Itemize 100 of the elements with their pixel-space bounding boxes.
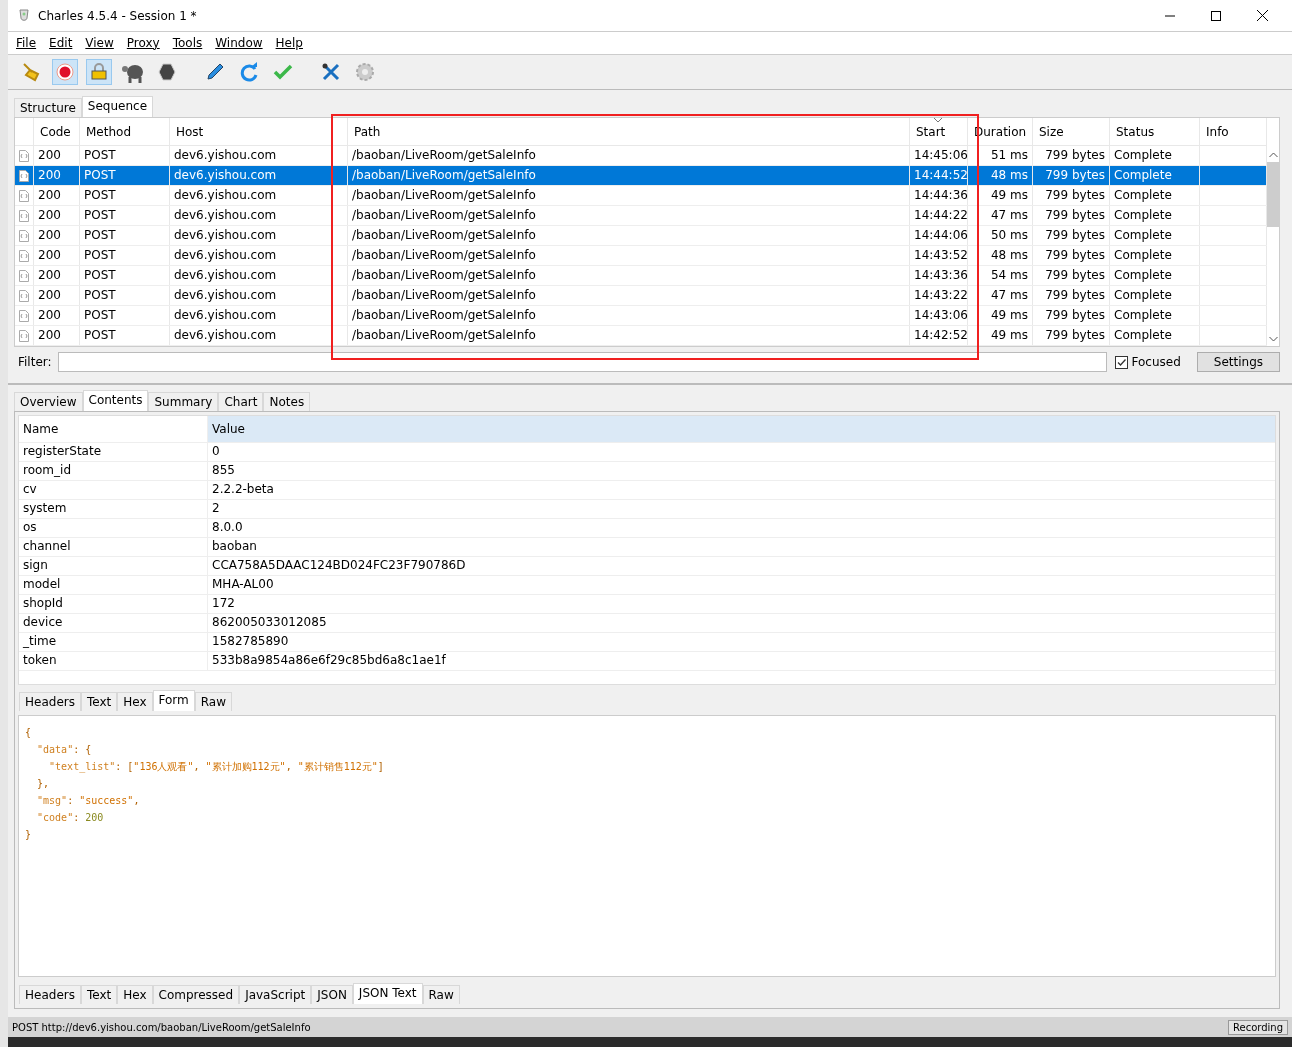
scroll-up-icon[interactable] [1269, 152, 1278, 158]
view-tab[interactable]: Structure [14, 98, 82, 117]
request-view-tab[interactable]: Headers [19, 692, 81, 711]
column-header[interactable]: Host [170, 118, 348, 145]
request-view-tab[interactable]: Hex [117, 692, 153, 711]
column-header[interactable]: Method [80, 118, 170, 145]
table-cell-text: 1582785890 [211, 633, 290, 650]
table-cell-text: CCA758A5DAAC124BD024FC23F790786D [211, 557, 467, 574]
document-icon [19, 329, 29, 342]
window-title: Charles 4.5.4 - Session 1 * [38, 8, 197, 23]
detail-tab[interactable]: Chart [218, 392, 264, 411]
request-row[interactable]: 200 POST dev6.yishou.com /baoban/LiveRoom/getSaleInfo 14:43:06 49 ms 799 bytes Complete [15, 306, 1267, 326]
request-view-tab[interactable]: Text [80, 692, 118, 711]
maximize-icon[interactable] [1211, 10, 1221, 21]
request-row[interactable]: 200 POST dev6.yishou.com /baoban/LiveRoom/getSaleInfo 14:44:36 49 ms 799 bytes Complete [15, 186, 1267, 206]
table-cell: 799 bytes [1033, 166, 1110, 185]
response-view-tab[interactable]: Hex [117, 985, 153, 1004]
menu-item[interactable]: Window [215, 36, 263, 50]
table-cell: 799 bytes [1033, 306, 1110, 325]
column-header[interactable]: Size [1033, 118, 1110, 145]
column-header[interactable]: Code [34, 118, 80, 145]
table-cell: 49 ms [968, 306, 1033, 325]
document-icon [19, 309, 29, 322]
lock-tool-button[interactable] [86, 59, 112, 85]
table-cell: 200 [34, 326, 80, 345]
table-cell-text: 533b8a9854a86e6f29c85bd6a8c1ae1f [211, 652, 447, 669]
table-cell: cv [19, 481, 208, 499]
filter-field[interactable] [57, 352, 1107, 372]
record-icon [54, 61, 76, 83]
response-view-tab[interactable]: JSON [311, 985, 353, 1004]
request-row[interactable]: 200 POST dev6.yishou.com /baoban/LiveRoom/getSaleInfo 14:43:52 48 ms 799 bytes Complete [15, 246, 1267, 266]
table-cell: 200 [34, 306, 80, 325]
sort-caret-icon [934, 118, 942, 123]
table-cell: Complete [1110, 146, 1200, 165]
table-cell: 14:44:52 [910, 166, 968, 185]
document-icon [19, 169, 29, 182]
detail-tab[interactable]: Summary [148, 392, 219, 411]
response-view-tab[interactable]: JSON Text [352, 983, 423, 1004]
focused-checkbox[interactable]: Focused [1114, 355, 1181, 369]
settings-button[interactable]: Settings [1196, 352, 1280, 372]
table-cell: /baoban/LiveRoom/getSaleInfo [348, 186, 910, 205]
table-cell: /baoban/LiveRoom/getSaleInfo [348, 206, 910, 225]
detail-tab[interactable]: Contents [82, 390, 149, 411]
table-cell: Complete [1110, 266, 1200, 285]
table-cell: POST [80, 266, 170, 285]
menu-item[interactable]: View [85, 36, 114, 50]
request-row[interactable]: 200 POST dev6.yishou.com /baoban/LiveRoom/getSaleInfo 14:43:22 47 ms 799 bytes Complete [15, 286, 1267, 306]
column-header[interactable]: Status [1110, 118, 1200, 145]
column-header[interactable]: Start [910, 118, 968, 145]
request-row[interactable]: 200 POST dev6.yishou.com /baoban/LiveRoom/getSaleInfo 14:44:06 50 ms 799 bytes Complete [15, 226, 1267, 246]
request-row[interactable]: 200 POST dev6.yishou.com /baoban/LiveRoom/getSaleInfo 14:42:52 49 ms 799 bytes Complete [15, 326, 1267, 346]
table-cell: 200 [34, 166, 80, 185]
document-icon [19, 229, 29, 242]
view-tab[interactable]: Sequence [81, 96, 154, 117]
menu-item[interactable]: Proxy [126, 36, 160, 50]
table-cell: os [19, 519, 208, 537]
document-icon [19, 149, 29, 162]
menu-item[interactable]: Edit [49, 36, 73, 50]
table-cell: 14:45:06 [910, 146, 968, 165]
scroll-down-icon[interactable] [1269, 336, 1278, 342]
table-cell-text: baoban [211, 538, 258, 555]
response-view-tab[interactable]: Compressed [152, 985, 240, 1004]
request-row[interactable]: 200 POST dev6.yishou.com /baoban/LiveRoom/getSaleInfo 14:44:52 48 ms 799 bytes Complete [15, 166, 1267, 186]
request-view-tab[interactable]: Form [152, 690, 195, 711]
table-cell: _time [19, 633, 208, 651]
request-view-tab[interactable]: Raw [194, 692, 232, 711]
table-cell: 14:43:36 [910, 266, 968, 285]
pen-icon [204, 61, 226, 83]
table-cell: 200 [34, 186, 80, 205]
table-cell: POST [80, 186, 170, 205]
response-view-tab[interactable]: Headers [19, 985, 81, 1004]
table-cell: dev6.yishou.com [170, 266, 348, 285]
table-cell: 200 [34, 206, 80, 225]
record-tool-button[interactable] [52, 59, 78, 85]
response-view-tab[interactable]: JavaScript [239, 985, 312, 1004]
table-cell: 799 bytes [1033, 186, 1110, 205]
column-header[interactable]: Path [348, 118, 910, 145]
response-view-tab[interactable]: Raw [422, 985, 460, 1004]
menu-item[interactable]: File [16, 36, 37, 50]
table-cell: system [19, 500, 208, 518]
code-line: }, [37, 777, 51, 791]
table-cell: 799 bytes [1033, 266, 1110, 285]
close-icon[interactable] [1257, 10, 1268, 21]
request-row[interactable]: 200 POST dev6.yishou.com /baoban/LiveRoom/getSaleInfo 14:43:36 54 ms 799 bytes Complete [15, 266, 1267, 286]
column-header: Value [208, 416, 1275, 442]
response-view-tab[interactable]: Text [80, 985, 118, 1004]
tools-icon [320, 61, 342, 83]
table-cell: dev6.yishou.com [170, 226, 348, 245]
recording-button[interactable]: Recording [1228, 1019, 1288, 1035]
menu-item[interactable]: Help [275, 36, 303, 50]
request-row[interactable]: 200 POST dev6.yishou.com /baoban/LiveRoom/getSaleInfo 14:44:22 47 ms 799 bytes Complete [15, 206, 1267, 226]
column-header[interactable]: Info [1200, 118, 1267, 145]
table-cell: POST [80, 166, 170, 185]
detail-tab[interactable]: Notes [263, 392, 311, 411]
table-cell: dev6.yishou.com [170, 306, 348, 325]
table-cell: 47 ms [968, 206, 1033, 225]
detail-tab[interactable]: Overview [14, 392, 83, 411]
menu-item[interactable]: Tools [172, 36, 203, 50]
table-cell: 799 bytes [1033, 146, 1110, 165]
code-line: "msg": "success", [37, 794, 141, 808]
